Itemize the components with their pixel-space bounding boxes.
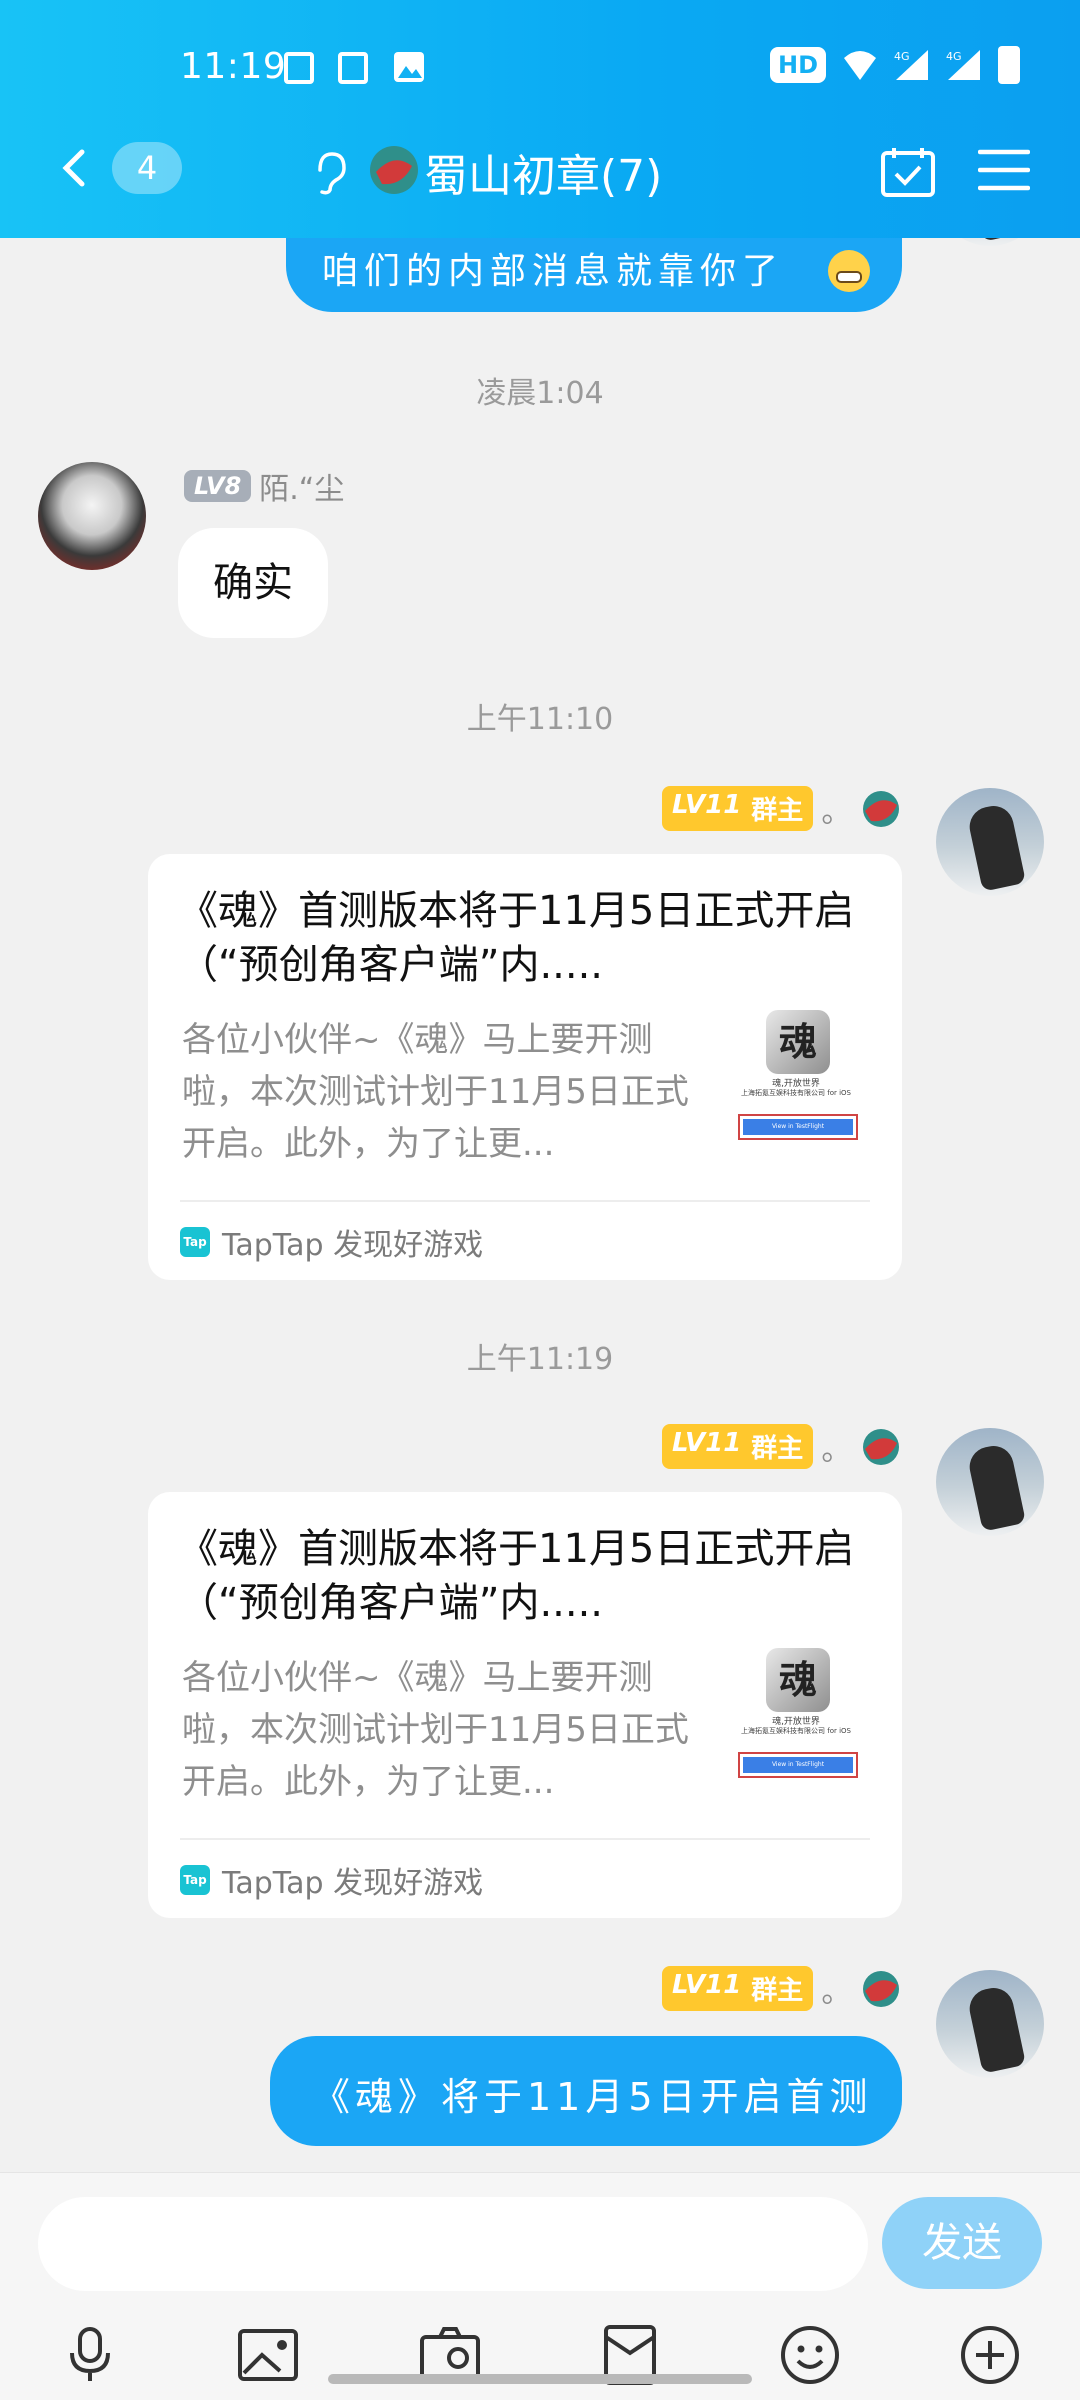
svg-text:4G: 4G (946, 50, 962, 63)
message-input[interactable] (38, 2197, 868, 2291)
sender-name: 。 (821, 1974, 852, 2010)
sender-name-row: LV11 群主 。 (662, 786, 903, 831)
level-badge: LV11 群主 (662, 786, 814, 831)
status-time: 11:19 (180, 46, 287, 87)
composer-bar: 发送 (0, 2172, 1080, 2400)
message-bubble-outgoing[interactable]: 《魂》将于11月5日开启首测 (270, 2036, 902, 2146)
thumb-company: 上海拓氪互娱科技有限公司 for iOS (741, 1727, 851, 1735)
thumb-button-frame: View in TestFlight (738, 1114, 858, 1140)
card-source: Tap TapTap 发现好游戏 (180, 1858, 483, 1902)
image-icon[interactable] (236, 2323, 300, 2387)
level-badge: LV8 (184, 470, 252, 502)
message-text: 《魂》将于11月5日开启首测 (312, 2075, 873, 2119)
battery-icon (998, 46, 1020, 84)
card-source: Tap TapTap 发现好游戏 (180, 1220, 483, 1264)
sender-name-row: LV8 陌.“尘 (184, 464, 344, 508)
hd-badge: HD (769, 47, 826, 83)
app-icon: 魂 (766, 1648, 830, 1712)
timestamp: 上午11:19 (466, 1342, 614, 1377)
level-badge: LV11 群主 (662, 1966, 814, 2011)
card-description: 各位小伙伴~《魂》马上要开测啦，本次测试计划于11月5日正式开启。此外，为了让更… (182, 1020, 689, 1164)
dragon-avatar-icon (863, 790, 900, 827)
sender-name: 陌.“尘 (259, 472, 345, 507)
avatar[interactable] (38, 462, 146, 570)
timestamp: 上午11:10 (466, 702, 614, 737)
status-right: HD 4G 4G (769, 46, 1020, 84)
menu-icon[interactable] (978, 148, 1030, 192)
divider (180, 1200, 870, 1202)
level-badge: LV11 群主 (662, 1424, 814, 1469)
sender-name-row: LV11 群主 。 (662, 1966, 903, 2011)
signal-icon: 4G (894, 50, 928, 80)
svg-text:4G: 4G (894, 50, 910, 63)
home-indicator[interactable] (328, 2374, 752, 2384)
download-icon (338, 52, 368, 84)
grin-emoji-icon (828, 250, 870, 292)
message-bubble-outgoing[interactable]: 咱们的内部消息就靠你了 (286, 238, 902, 312)
microphone-icon[interactable] (58, 2323, 122, 2387)
back-arrow-icon[interactable] (56, 148, 96, 188)
calendar-check-icon[interactable] (880, 146, 936, 198)
thumb-button-frame: View in TestFlight (738, 1752, 858, 1778)
sender-name: 。 (821, 794, 852, 830)
plus-icon[interactable] (958, 2323, 1022, 2387)
dragon-avatar-icon (863, 1428, 900, 1465)
gallery-icon (394, 52, 424, 82)
share-card[interactable]: 《魂》首测版本将于11月5日正式开启（“预创角客户端”内..... 各位小伙伴~… (148, 854, 902, 1280)
download-icon (284, 52, 314, 84)
card-thumbnail: 魂 魂,开放世界 上海拓氪互娱科技有限公司 for iOS View in Te… (728, 1010, 864, 1148)
dragon-avatar-icon (863, 1970, 900, 2007)
group-dragon-icon (370, 146, 418, 194)
testflight-button: View in TestFlight (743, 1119, 853, 1135)
avatar[interactable] (936, 1428, 1044, 1536)
taptap-icon: Tap (180, 1227, 210, 1257)
message-text: 咱们的内部消息就靠你了 (322, 251, 785, 292)
group-title: 蜀山初章(7) (424, 151, 663, 202)
timestamp: 凌晨1:04 (476, 376, 604, 411)
card-description: 各位小伙伴~《魂》马上要开测啦，本次测试计划于11月5日正式开启。此外，为了让更… (182, 1658, 689, 1802)
signal-icon: 4G (946, 50, 980, 80)
avatar[interactable] (936, 238, 1044, 246)
message-text: 确实 (213, 560, 293, 606)
card-thumbnail: 魂 魂,开放世界 上海拓氪互娱科技有限公司 for iOS View in Te… (728, 1648, 864, 1786)
ear-icon[interactable] (310, 150, 350, 196)
share-card[interactable]: 《魂》首测版本将于11月5日正式开启（“预创角客户端”内..... 各位小伙伴~… (148, 1492, 902, 1918)
divider (180, 1838, 870, 1840)
app-icon: 魂 (766, 1010, 830, 1074)
status-bar: 11:19 HD 4G 4G (0, 36, 1080, 100)
source-label: TapTap 发现好游戏 (222, 1228, 484, 1263)
title-bar: 4 蜀山初章(7) (0, 130, 1080, 210)
sender-name-row: LV11 群主 。 (662, 1424, 903, 1469)
taptap-icon: Tap (180, 1865, 210, 1895)
thumb-company: 上海拓氪互娱科技有限公司 for iOS (741, 1089, 851, 1097)
chat-area[interactable]: 咱们的内部消息就靠你了 凌晨1:04 LV8 陌.“尘 确实 上午11:10 L… (0, 238, 1080, 2172)
emoji-icon[interactable] (778, 2323, 842, 2387)
sender-name: 。 (821, 1432, 852, 1468)
send-button[interactable]: 发送 (882, 2197, 1042, 2289)
testflight-button: View in TestFlight (743, 1757, 853, 1773)
card-title: 《魂》首测版本将于11月5日正式开启（“预创角客户端”内..... (178, 888, 855, 988)
top-header: 11:19 HD 4G 4G 4 蜀山初章(7) (0, 0, 1080, 238)
message-bubble-incoming[interactable]: 确实 (178, 528, 328, 638)
wifi-icon (844, 51, 876, 80)
card-title: 《魂》首测版本将于11月5日正式开启（“预创角客户端”内..... (178, 1526, 855, 1626)
unread-count-badge[interactable]: 4 (112, 142, 182, 194)
avatar[interactable] (936, 1970, 1044, 2078)
avatar[interactable] (936, 788, 1044, 896)
source-label: TapTap 发现好游戏 (222, 1866, 484, 1901)
